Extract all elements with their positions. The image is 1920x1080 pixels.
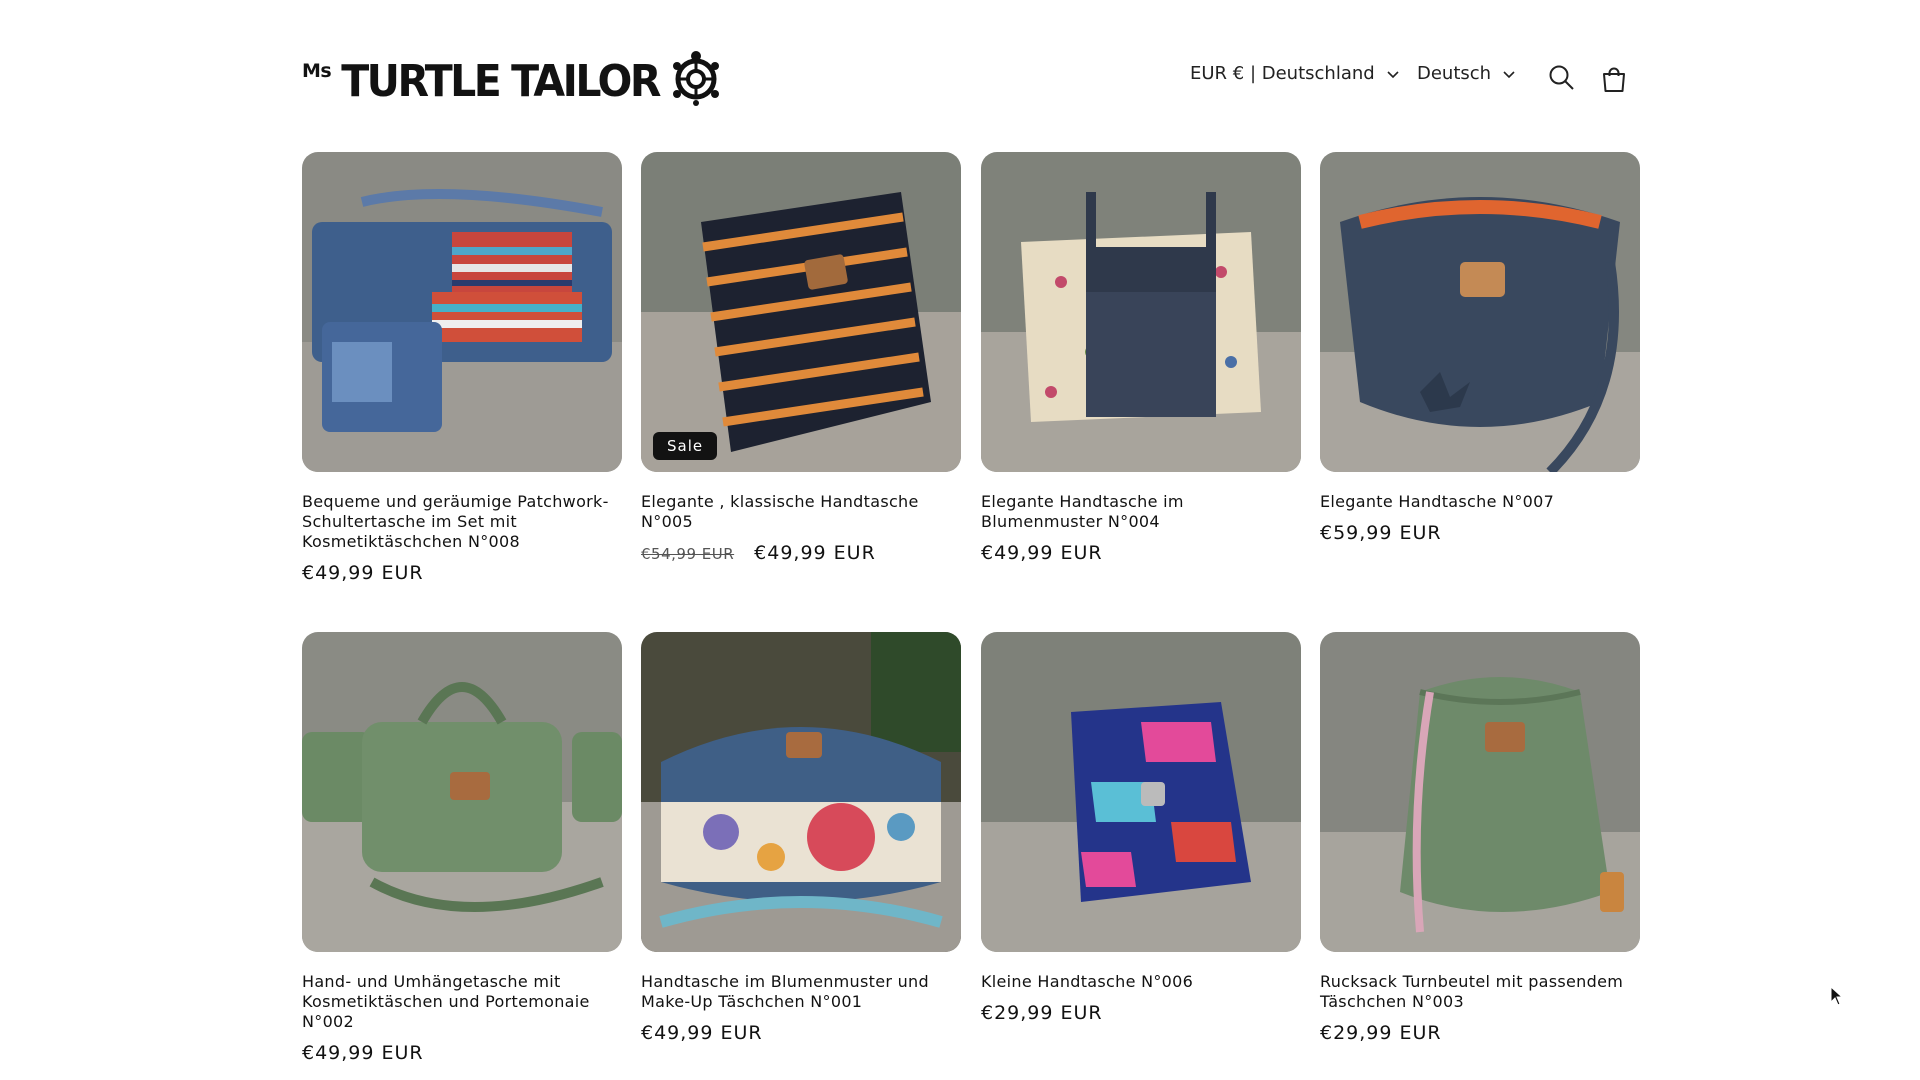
product-title[interactable]: Elegante Handtasche im Blumenmuster N°00… [981, 492, 1297, 532]
product-title[interactable]: Rucksack Turnbeutel mit passendem Täschc… [1320, 972, 1636, 1012]
product-card[interactable]: Elegante Handtasche im Blumenmuster N°00… [981, 152, 1301, 564]
product-price: €49,99 EUR [302, 562, 622, 584]
product-image[interactable] [981, 152, 1301, 472]
product-image[interactable] [981, 632, 1301, 952]
language-selector[interactable]: Deutsch [1417, 63, 1515, 84]
sale-price: €29,99 EUR [981, 1002, 1103, 1024]
product-price: €49,99 EUR [302, 1042, 622, 1064]
product-title[interactable]: Elegante , klassische Handtasche N°005 [641, 492, 957, 532]
sale-price: €49,99 EUR [754, 542, 876, 564]
sale-price: €29,99 EUR [1320, 1022, 1442, 1044]
regular-price: €54,99 EUR [641, 545, 735, 563]
search-icon[interactable] [1548, 64, 1576, 96]
logo-text: TURTLE TAILOR [341, 55, 661, 107]
product-title[interactable]: Elegante Handtasche N°007 [1320, 492, 1636, 512]
sale-price: €49,99 EUR [981, 542, 1103, 564]
sale-price: €49,99 EUR [302, 1042, 424, 1064]
product-image[interactable]: Sale [641, 152, 961, 472]
product-card[interactable]: Kleine Handtasche N°006 €29,99 EUR [981, 632, 1301, 1024]
site-logo[interactable]: Ms TURTLE TAILOR [302, 50, 727, 112]
product-card[interactable]: Elegante Handtasche N°007 €59,99 EUR [1320, 152, 1640, 544]
sale-badge: Sale [653, 432, 718, 460]
language-selector-label: Deutsch [1417, 63, 1492, 84]
cursor-icon [1830, 985, 1844, 1010]
product-card[interactable]: Sale Elegante , klassische Handtasche N°… [641, 152, 961, 564]
product-price: €54,99 EUR €49,99 EUR [641, 542, 961, 564]
product-price: €49,99 EUR [981, 542, 1301, 564]
product-image[interactable] [1320, 632, 1640, 952]
product-image[interactable] [302, 632, 622, 952]
turtle-icon [665, 48, 727, 114]
site-header: Ms TURTLE TAILOR EUR € | Deutschland Deu… [302, 0, 1638, 150]
chevron-down-icon [1387, 63, 1399, 84]
product-title[interactable]: Hand- und Umhängetasche mit Kosmetiktäsc… [302, 972, 618, 1032]
product-title[interactable]: Handtasche im Blumenmuster und Make-Up T… [641, 972, 957, 1012]
sale-price: €49,99 EUR [302, 562, 424, 584]
product-title[interactable]: Kleine Handtasche N°006 [981, 972, 1297, 992]
product-price: €29,99 EUR [1320, 1022, 1640, 1044]
cart-icon[interactable] [1600, 66, 1628, 98]
product-price: €49,99 EUR [641, 1022, 961, 1044]
product-price: €59,99 EUR [1320, 522, 1640, 544]
sale-price: €59,99 EUR [1320, 522, 1442, 544]
product-image[interactable] [641, 632, 961, 952]
product-image[interactable] [302, 152, 622, 472]
product-card[interactable]: Rucksack Turnbeutel mit passendem Täschc… [1320, 632, 1640, 1044]
product-card[interactable]: Hand- und Umhängetasche mit Kosmetiktäsc… [302, 632, 622, 1064]
chevron-down-icon [1503, 63, 1515, 84]
country-selector[interactable]: EUR € | Deutschland [1190, 63, 1399, 84]
logo-ms: Ms [302, 60, 332, 82]
sale-price: €49,99 EUR [641, 1022, 763, 1044]
product-image[interactable] [1320, 152, 1640, 472]
product-price: €29,99 EUR [981, 1002, 1301, 1024]
product-card[interactable]: Bequeme und geräumige Patchwork-Schulter… [302, 152, 622, 584]
country-selector-label: EUR € | Deutschland [1190, 63, 1375, 84]
product-card[interactable]: Handtasche im Blumenmuster und Make-Up T… [641, 632, 961, 1044]
product-title[interactable]: Bequeme und geräumige Patchwork-Schulter… [302, 492, 618, 552]
